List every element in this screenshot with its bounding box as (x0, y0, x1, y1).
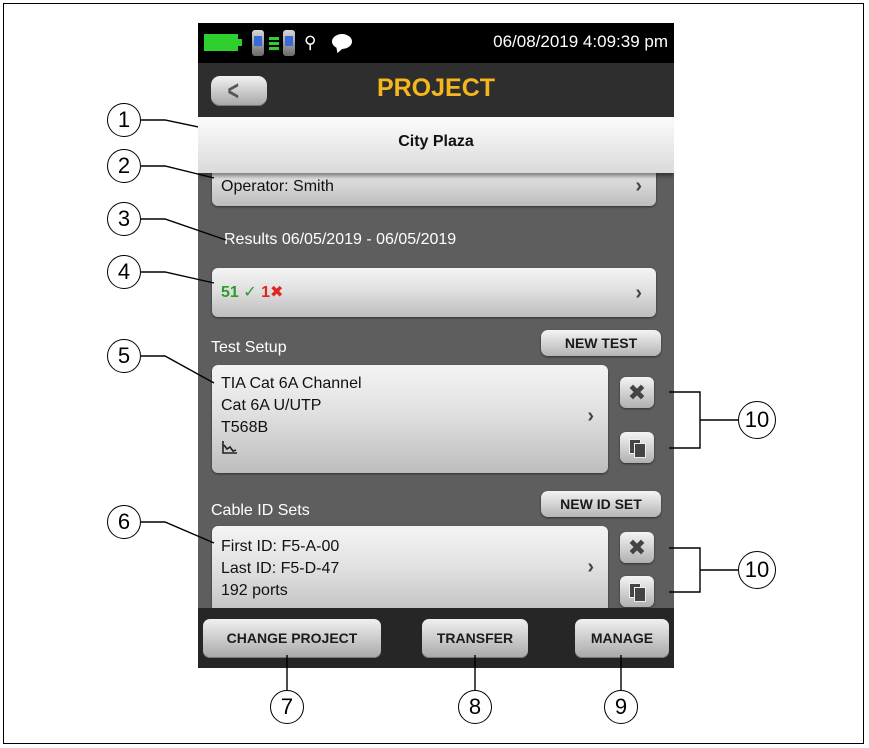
callout-5: 5 (107, 339, 141, 373)
callout-9: 9 (604, 690, 638, 724)
project-name-band: City Plaza (198, 117, 674, 173)
callout-7: 7 (270, 690, 304, 724)
callout-2: 2 (107, 149, 141, 183)
callout-4: 4 (107, 255, 141, 289)
callout-1: 1 (107, 103, 141, 137)
callout-10-test-setup: 10 (738, 401, 776, 439)
callout-8: 8 (458, 690, 492, 724)
project-name: City Plaza (398, 133, 474, 150)
callout-3: 3 (107, 202, 141, 236)
callout-10-cable-id: 10 (738, 551, 776, 589)
callout-6: 6 (107, 505, 141, 539)
